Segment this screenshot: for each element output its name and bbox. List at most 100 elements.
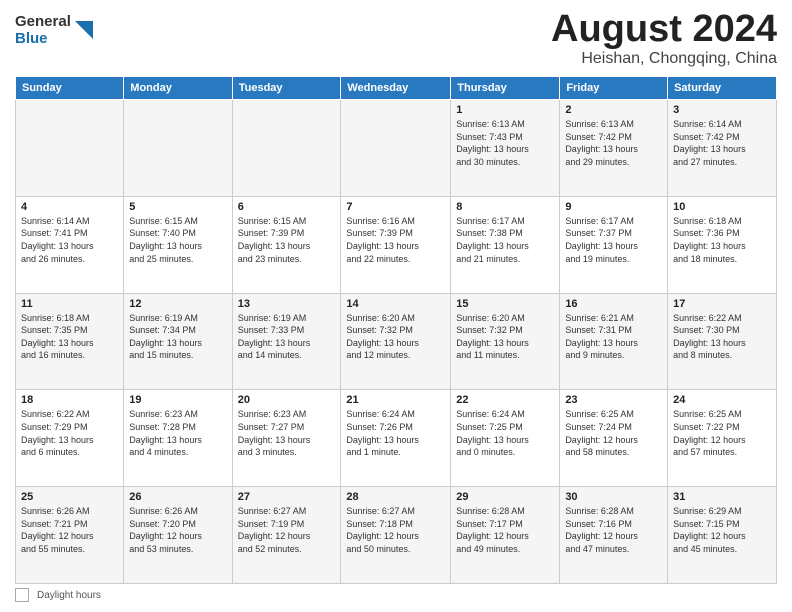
footer: Daylight hours (15, 588, 777, 602)
day-number: 3 (673, 104, 771, 116)
calendar-week-5: 25Sunrise: 6:26 AMSunset: 7:21 PMDayligh… (16, 487, 777, 584)
logo: General Blue (15, 14, 95, 47)
calendar-cell: 11Sunrise: 6:18 AMSunset: 7:35 PMDayligh… (16, 293, 124, 390)
day-info: Sunrise: 6:23 AMSunset: 7:28 PMDaylight:… (129, 408, 226, 458)
calendar-cell: 13Sunrise: 6:19 AMSunset: 7:33 PMDayligh… (232, 293, 341, 390)
day-number: 26 (129, 491, 226, 503)
day-number: 27 (238, 491, 336, 503)
calendar-cell (16, 100, 124, 197)
day-info: Sunrise: 6:28 AMSunset: 7:17 PMDaylight:… (456, 505, 554, 555)
day-info: Sunrise: 6:13 AMSunset: 7:43 PMDaylight:… (456, 118, 554, 168)
day-info: Sunrise: 6:20 AMSunset: 7:32 PMDaylight:… (456, 312, 554, 362)
day-info: Sunrise: 6:27 AMSunset: 7:19 PMDaylight:… (238, 505, 336, 555)
weekday-header-saturday: Saturday (668, 77, 777, 100)
calendar-cell: 18 Sunrise: 6:22 AMSunset: 7:29 PMDayligh… (16, 390, 124, 487)
calendar-cell: 15 Sunrise: 6:20 AMSunset: 7:32 PMDayligh… (451, 293, 560, 390)
day-number: 18 (21, 394, 118, 406)
day-number: 29 (456, 491, 554, 503)
day-info: Sunrise: 6:15 AMSunset: 7:39 PMDaylight:… (238, 215, 336, 265)
logo-text: General Blue (15, 14, 71, 47)
month-title: August 2024 (551, 10, 777, 48)
calendar-cell: 25Sunrise: 6:26 AMSunset: 7:21 PMDayligh… (16, 487, 124, 584)
day-info: Sunrise: 6:22 AMSunset: 7:29 PMDaylight:… (21, 408, 118, 458)
day-number: 20 (238, 394, 336, 406)
day-number: 4 (21, 201, 118, 213)
logo-area: General Blue (15, 10, 95, 47)
calendar-cell: 21 Sunrise: 6:24 AMSunset: 7:26 PMDayligh… (341, 390, 451, 487)
calendar-body: 1Sunrise: 6:13 AMSunset: 7:43 PMDaylight… (16, 100, 777, 584)
day-number: 31 (673, 491, 771, 503)
day-number: 12 (129, 298, 226, 310)
calendar-cell: 26Sunrise: 6:26 AMSunset: 7:20 PMDayligh… (124, 487, 232, 584)
weekday-header-friday: Friday (560, 77, 668, 100)
day-info: Sunrise: 6:13 AMSunset: 7:42 PMDaylight:… (565, 118, 662, 168)
weekday-header-tuesday: Tuesday (232, 77, 341, 100)
weekday-header-wednesday: Wednesday (341, 77, 451, 100)
day-number: 28 (346, 491, 445, 503)
weekday-header-thursday: Thursday (451, 77, 560, 100)
calendar-cell: 3 Sunrise: 6:14 AMSunset: 7:42 PMDaylight… (668, 100, 777, 197)
day-info: Sunrise: 6:15 AMSunset: 7:40 PMDaylight:… (129, 215, 226, 265)
day-info: Sunrise: 6:14 AMSunset: 7:41 PMDaylight:… (21, 215, 118, 265)
day-number: 8 (456, 201, 554, 213)
day-number: 2 (565, 104, 662, 116)
day-info: Sunrise: 6:22 AMSunset: 7:30 PMDaylight:… (673, 312, 771, 362)
calendar-cell: 12 Sunrise: 6:19 AMSunset: 7:34 PMDayligh… (124, 293, 232, 390)
day-number: 15 (456, 298, 554, 310)
calendar-cell: 1Sunrise: 6:13 AMSunset: 7:43 PMDaylight… (451, 100, 560, 197)
calendar-cell: 17Sunrise: 6:22 AMSunset: 7:30 PMDayligh… (668, 293, 777, 390)
calendar-header: SundayMondayTuesdayWednesdayThursdayFrid… (16, 77, 777, 100)
calendar-cell: 30Sunrise: 6:28 AMSunset: 7:16 PMDayligh… (560, 487, 668, 584)
calendar-cell: 7Sunrise: 6:16 AMSunset: 7:39 PMDaylight… (341, 196, 451, 293)
day-info: Sunrise: 6:25 AMSunset: 7:24 PMDaylight:… (565, 408, 662, 458)
day-info: Sunrise: 6:18 AMSunset: 7:36 PMDaylight:… (673, 215, 771, 265)
day-number: 24 (673, 394, 771, 406)
calendar-cell: 28Sunrise: 6:27 AMSunset: 7:18 PMDayligh… (341, 487, 451, 584)
calendar-week-2: 4 Sunrise: 6:14 AMSunset: 7:41 PMDaylight… (16, 196, 777, 293)
day-number: 11 (21, 298, 118, 310)
location-title: Heishan, Chongqing, China (551, 50, 777, 68)
calendar-table: SundayMondayTuesdayWednesdayThursdayFrid… (15, 76, 777, 584)
calendar-cell: 23Sunrise: 6:25 AMSunset: 7:24 PMDayligh… (560, 390, 668, 487)
day-info: Sunrise: 6:28 AMSunset: 7:16 PMDaylight:… (565, 505, 662, 555)
calendar-cell: 20Sunrise: 6:23 AMSunset: 7:27 PMDayligh… (232, 390, 341, 487)
calendar-week-3: 11Sunrise: 6:18 AMSunset: 7:35 PMDayligh… (16, 293, 777, 390)
calendar-cell: 4 Sunrise: 6:14 AMSunset: 7:41 PMDaylight… (16, 196, 124, 293)
calendar-cell: 19 Sunrise: 6:23 AMSunset: 7:28 PMDayligh… (124, 390, 232, 487)
calendar-cell: 29 Sunrise: 6:28 AMSunset: 7:17 PMDayligh… (451, 487, 560, 584)
calendar-cell: 27 Sunrise: 6:27 AMSunset: 7:19 PMDayligh… (232, 487, 341, 584)
calendar-cell (124, 100, 232, 197)
calendar-cell: 6 Sunrise: 6:15 AMSunset: 7:39 PMDaylight… (232, 196, 341, 293)
day-number: 16 (565, 298, 662, 310)
calendar-cell (232, 100, 341, 197)
daylight-label: Daylight hours (37, 590, 101, 601)
calendar-cell: 2 Sunrise: 6:13 AMSunset: 7:42 PMDaylight… (560, 100, 668, 197)
day-number: 9 (565, 201, 662, 213)
day-number: 22 (456, 394, 554, 406)
day-number: 13 (238, 298, 336, 310)
page: General Blue August 2024 Heishan, Chongq… (0, 0, 792, 612)
calendar-cell (341, 100, 451, 197)
calendar-cell: 22 Sunrise: 6:24 AMSunset: 7:25 PMDayligh… (451, 390, 560, 487)
logo-blue-text: Blue (15, 31, 71, 48)
logo-triangle-icon (73, 17, 95, 45)
calendar-cell: 9 Sunrise: 6:17 AMSunset: 7:37 PMDaylight… (560, 196, 668, 293)
day-info: Sunrise: 6:14 AMSunset: 7:42 PMDaylight:… (673, 118, 771, 168)
calendar-cell: 31Sunrise: 6:29 AMSunset: 7:15 PMDayligh… (668, 487, 777, 584)
weekday-row: SundayMondayTuesdayWednesdayThursdayFrid… (16, 77, 777, 100)
calendar-cell: 14Sunrise: 6:20 AMSunset: 7:32 PMDayligh… (341, 293, 451, 390)
day-info: Sunrise: 6:24 AMSunset: 7:25 PMDaylight:… (456, 408, 554, 458)
day-number: 19 (129, 394, 226, 406)
day-number: 10 (673, 201, 771, 213)
weekday-header-sunday: Sunday (16, 77, 124, 100)
day-info: Sunrise: 6:21 AMSunset: 7:31 PMDaylight:… (565, 312, 662, 362)
day-info: Sunrise: 6:20 AMSunset: 7:32 PMDaylight:… (346, 312, 445, 362)
day-info: Sunrise: 6:17 AMSunset: 7:38 PMDaylight:… (456, 215, 554, 265)
day-info: Sunrise: 6:17 AMSunset: 7:37 PMDaylight:… (565, 215, 662, 265)
day-info: Sunrise: 6:24 AMSunset: 7:26 PMDaylight:… (346, 408, 445, 458)
header: General Blue August 2024 Heishan, Chongq… (15, 10, 777, 68)
day-number: 5 (129, 201, 226, 213)
day-info: Sunrise: 6:19 AMSunset: 7:34 PMDaylight:… (129, 312, 226, 362)
day-number: 6 (238, 201, 336, 213)
day-number: 21 (346, 394, 445, 406)
